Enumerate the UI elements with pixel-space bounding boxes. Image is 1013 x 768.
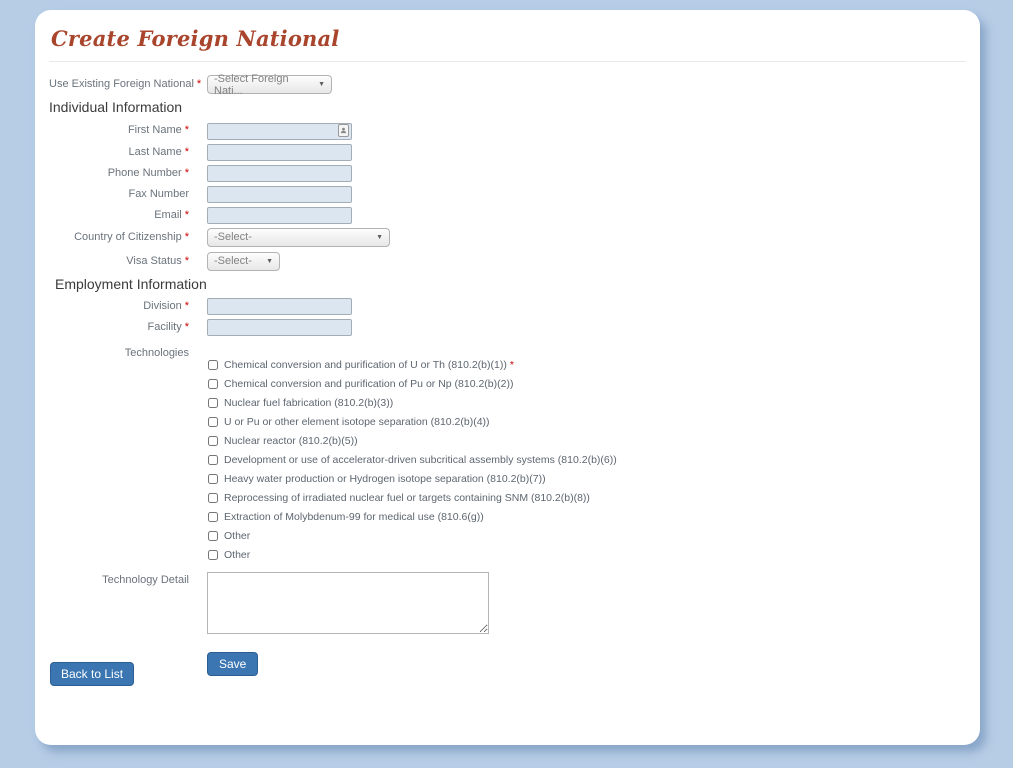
last-name-label: Last Name*: [49, 144, 207, 161]
visa-status-row: Visa Status* -Select- ▼: [49, 252, 966, 271]
technology-checkbox-9[interactable]: [208, 512, 218, 522]
technology-option-label: Nuclear fuel fabrication (810.2(b)(3)): [224, 397, 393, 410]
technology-detail-textarea[interactable]: [207, 572, 489, 634]
required-asterisk: *: [185, 300, 189, 312]
citizenship-select-value: -Select-: [214, 231, 252, 243]
technology-option-label: Extraction of Molybdenum-99 for medical …: [224, 511, 484, 524]
fax-number-row: Fax Number: [49, 186, 966, 203]
citizenship-label: Country of Citizenship*: [49, 229, 207, 246]
required-asterisk: *: [185, 167, 189, 179]
technology-option-label: Nuclear reactor (810.2(b)(5)): [224, 435, 358, 448]
technology-option-label: Development or use of accelerator-driven…: [224, 454, 617, 467]
required-asterisk: *: [185, 255, 189, 267]
phone-number-row: Phone Number*: [49, 165, 966, 182]
phone-number-input[interactable]: [207, 165, 352, 182]
title-divider: [49, 61, 966, 62]
technology-detail-label: Technology Detail: [49, 572, 207, 589]
facility-row: Facility*: [49, 319, 966, 336]
individual-section-heading: Individual Information: [49, 99, 966, 115]
fax-number-input[interactable]: [207, 186, 352, 203]
autofill-icon[interactable]: [338, 124, 349, 137]
chevron-down-icon: ▼: [266, 258, 273, 265]
technology-checkbox-7[interactable]: [208, 474, 218, 484]
technology-checkbox-11[interactable]: [208, 550, 218, 560]
technology-checkbox-6[interactable]: [208, 455, 218, 465]
email-row: Email*: [49, 207, 966, 224]
technology-checkbox-2[interactable]: [208, 379, 218, 389]
save-button[interactable]: Save: [207, 652, 258, 676]
facility-label: Facility*: [49, 319, 207, 336]
required-asterisk: *: [185, 209, 189, 221]
division-row: Division*: [49, 298, 966, 315]
form-card: Create Foreign National Use Existing For…: [35, 10, 980, 745]
email-input[interactable]: [207, 207, 352, 224]
technology-checkbox-1[interactable]: [208, 360, 218, 370]
email-label: Email*: [49, 207, 207, 224]
employment-section-heading: Employment Information: [55, 276, 966, 292]
technology-option-label: Other: [224, 549, 250, 562]
technology-option-label: Other: [224, 530, 250, 543]
first-name-row: First Name*: [49, 121, 966, 140]
technology-option-label: U or Pu or other element isotope separat…: [224, 416, 490, 429]
technology-option-label: Reprocessing of irradiated nuclear fuel …: [224, 492, 590, 505]
first-name-label: First Name*: [49, 122, 207, 139]
technology-checkbox-3[interactable]: [208, 398, 218, 408]
use-existing-select-value: -Select Foreign Nati...: [214, 73, 312, 97]
last-name-row: Last Name*: [49, 144, 966, 161]
citizenship-row: Country of Citizenship* -Select- ▼: [49, 228, 966, 247]
technologies-list: Chemical conversion and purification of …: [207, 359, 617, 568]
technologies-label: Technologies: [49, 345, 207, 362]
technology-option-11[interactable]: Other: [207, 549, 617, 562]
technologies-row: Technologies Chemical conversion and pur…: [49, 345, 966, 568]
technology-checkbox-8[interactable]: [208, 493, 218, 503]
back-to-list-button[interactable]: Back to List: [50, 662, 134, 686]
division-label: Division*: [49, 298, 207, 315]
technology-option-2[interactable]: Chemical conversion and purification of …: [207, 378, 617, 391]
technology-option-5[interactable]: Nuclear reactor (810.2(b)(5)): [207, 435, 617, 448]
required-asterisk: *: [185, 124, 189, 136]
chevron-down-icon: ▼: [376, 234, 383, 241]
technology-option-10[interactable]: Other: [207, 530, 617, 543]
fax-number-label: Fax Number: [49, 186, 207, 203]
technology-option-9[interactable]: Extraction of Molybdenum-99 for medical …: [207, 511, 617, 524]
required-asterisk: *: [185, 321, 189, 333]
citizenship-select[interactable]: -Select- ▼: [207, 228, 390, 247]
save-row: Save: [207, 652, 966, 676]
technology-option-6[interactable]: Development or use of accelerator-driven…: [207, 454, 617, 467]
visa-status-select[interactable]: -Select- ▼: [207, 252, 280, 271]
last-name-input[interactable]: [207, 144, 352, 161]
phone-number-label: Phone Number*: [49, 165, 207, 182]
required-asterisk: *: [510, 359, 514, 372]
use-existing-label: Use Existing Foreign National*: [49, 76, 207, 93]
visa-status-label: Visa Status*: [49, 253, 207, 270]
required-asterisk: *: [185, 146, 189, 158]
first-name-input[interactable]: [207, 123, 352, 140]
division-input[interactable]: [207, 298, 352, 315]
first-name-field: [207, 121, 352, 140]
use-existing-select[interactable]: -Select Foreign Nati... ▼: [207, 75, 332, 94]
page-background: { "title": "Create Foreign National", "r…: [0, 0, 1013, 768]
visa-status-select-value: -Select-: [214, 255, 252, 267]
technology-option-label: Chemical conversion and purification of …: [224, 378, 513, 391]
chevron-down-icon: ▼: [318, 81, 325, 88]
required-asterisk: *: [197, 78, 201, 90]
technology-option-label: Heavy water production or Hydrogen isoto…: [224, 473, 546, 486]
technology-detail-row: Technology Detail: [49, 572, 966, 634]
technology-checkbox-4[interactable]: [208, 417, 218, 427]
technology-option-8[interactable]: Reprocessing of irradiated nuclear fuel …: [207, 492, 617, 505]
technology-option-3[interactable]: Nuclear fuel fabrication (810.2(b)(3)): [207, 397, 617, 410]
page-title: Create Foreign National: [51, 26, 966, 51]
technology-option-1[interactable]: Chemical conversion and purification of …: [207, 359, 617, 372]
technology-checkbox-10[interactable]: [208, 531, 218, 541]
technology-option-7[interactable]: Heavy water production or Hydrogen isoto…: [207, 473, 617, 486]
technology-option-4[interactable]: U or Pu or other element isotope separat…: [207, 416, 617, 429]
technology-checkbox-5[interactable]: [208, 436, 218, 446]
use-existing-row: Use Existing Foreign National* -Select F…: [49, 75, 966, 94]
facility-input[interactable]: [207, 319, 352, 336]
technology-option-label: Chemical conversion and purification of …: [224, 359, 507, 372]
required-asterisk: *: [185, 231, 189, 243]
